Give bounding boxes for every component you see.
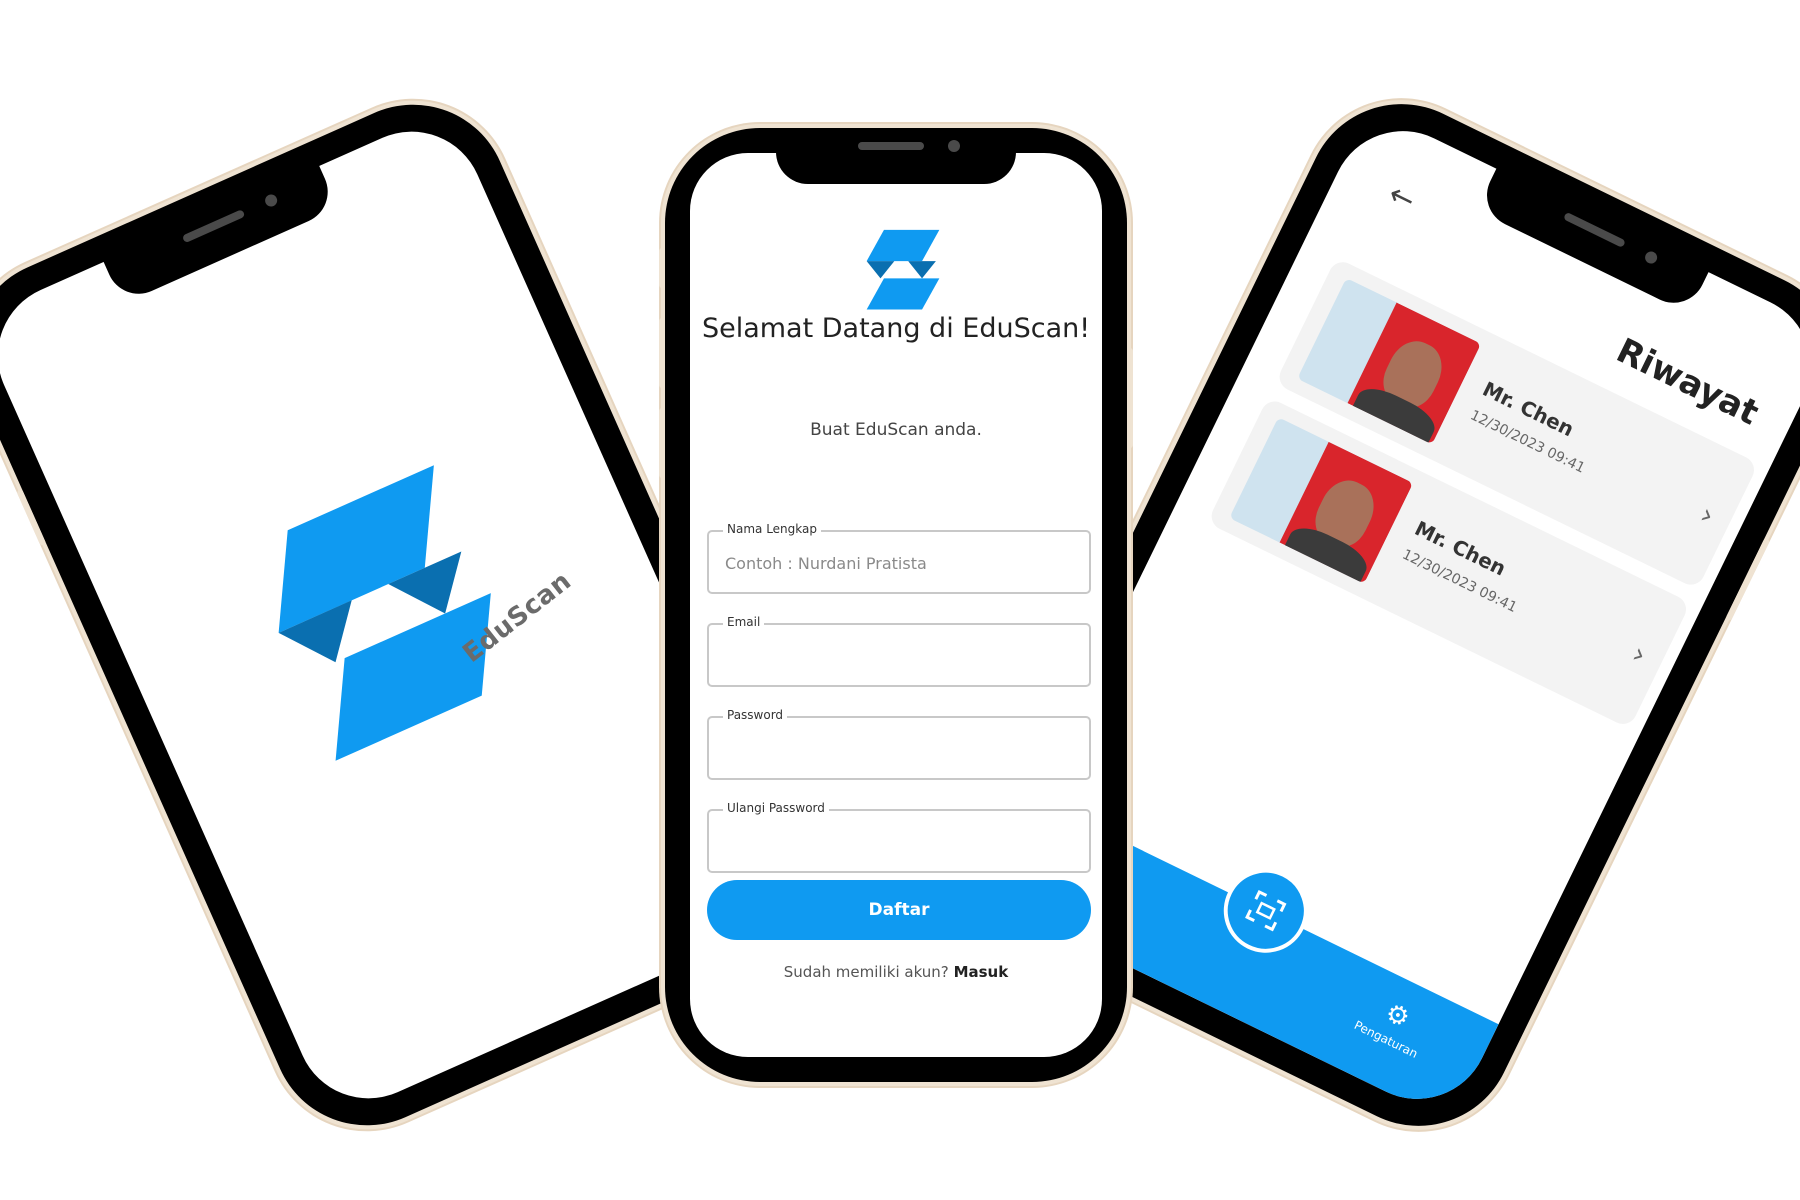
front-camera <box>1643 249 1660 266</box>
chevron-right-icon: › <box>1695 497 1720 533</box>
notch <box>776 128 1016 184</box>
speaker-grille <box>1563 211 1626 248</box>
speaker-grille <box>858 142 924 150</box>
email-input[interactable] <box>723 625 1075 687</box>
confirm-password-field: Ulangi Password <box>707 801 1091 873</box>
eduscan-logo-icon <box>278 465 491 761</box>
mute-switch <box>659 248 665 288</box>
power-button <box>1127 348 1133 448</box>
welcome-title: Selamat Datang di EduScan! <box>701 313 1091 344</box>
password-field: Password <box>707 708 1091 780</box>
scan-icon <box>1245 889 1287 932</box>
back-arrow-icon[interactable]: ← <box>1383 176 1421 218</box>
volume-button <box>16 488 47 547</box>
id-card-photo <box>1297 277 1482 445</box>
id-card-photo <box>1229 417 1414 584</box>
full-name-field: Nama Lengkap <box>707 522 1091 594</box>
login-prompt: Sudah memiliki akun? Masuk <box>690 963 1102 981</box>
register-button[interactable]: Daftar <box>707 880 1091 940</box>
front-camera <box>263 192 280 209</box>
speaker-grille <box>181 209 246 244</box>
password-input[interactable] <box>723 718 1075 780</box>
volume-down-button <box>659 408 665 478</box>
scan-button[interactable] <box>1209 854 1322 967</box>
eduscan-logo-icon <box>866 229 940 310</box>
front-camera <box>948 140 960 152</box>
email-field: Email <box>707 615 1091 687</box>
welcome-subtitle: Buat EduScan anda. <box>810 420 982 440</box>
register-screen: Selamat Datang di EduScan! Buat EduScan … <box>690 153 1102 1057</box>
nav-settings[interactable]: ⚙ Pengaturan <box>1352 987 1435 1060</box>
volume-up-button <box>659 318 665 388</box>
login-link[interactable]: Masuk <box>954 963 1009 981</box>
login-prompt-text: Sudah memiliki akun? <box>783 963 949 981</box>
register-phone: Selamat Datang di EduScan! Buat EduScan … <box>659 128 1133 1082</box>
power-button <box>1725 537 1771 622</box>
confirm-password-input[interactable] <box>723 811 1075 873</box>
chevron-right-icon: › <box>1627 636 1652 672</box>
full-name-input[interactable] <box>723 532 1075 594</box>
